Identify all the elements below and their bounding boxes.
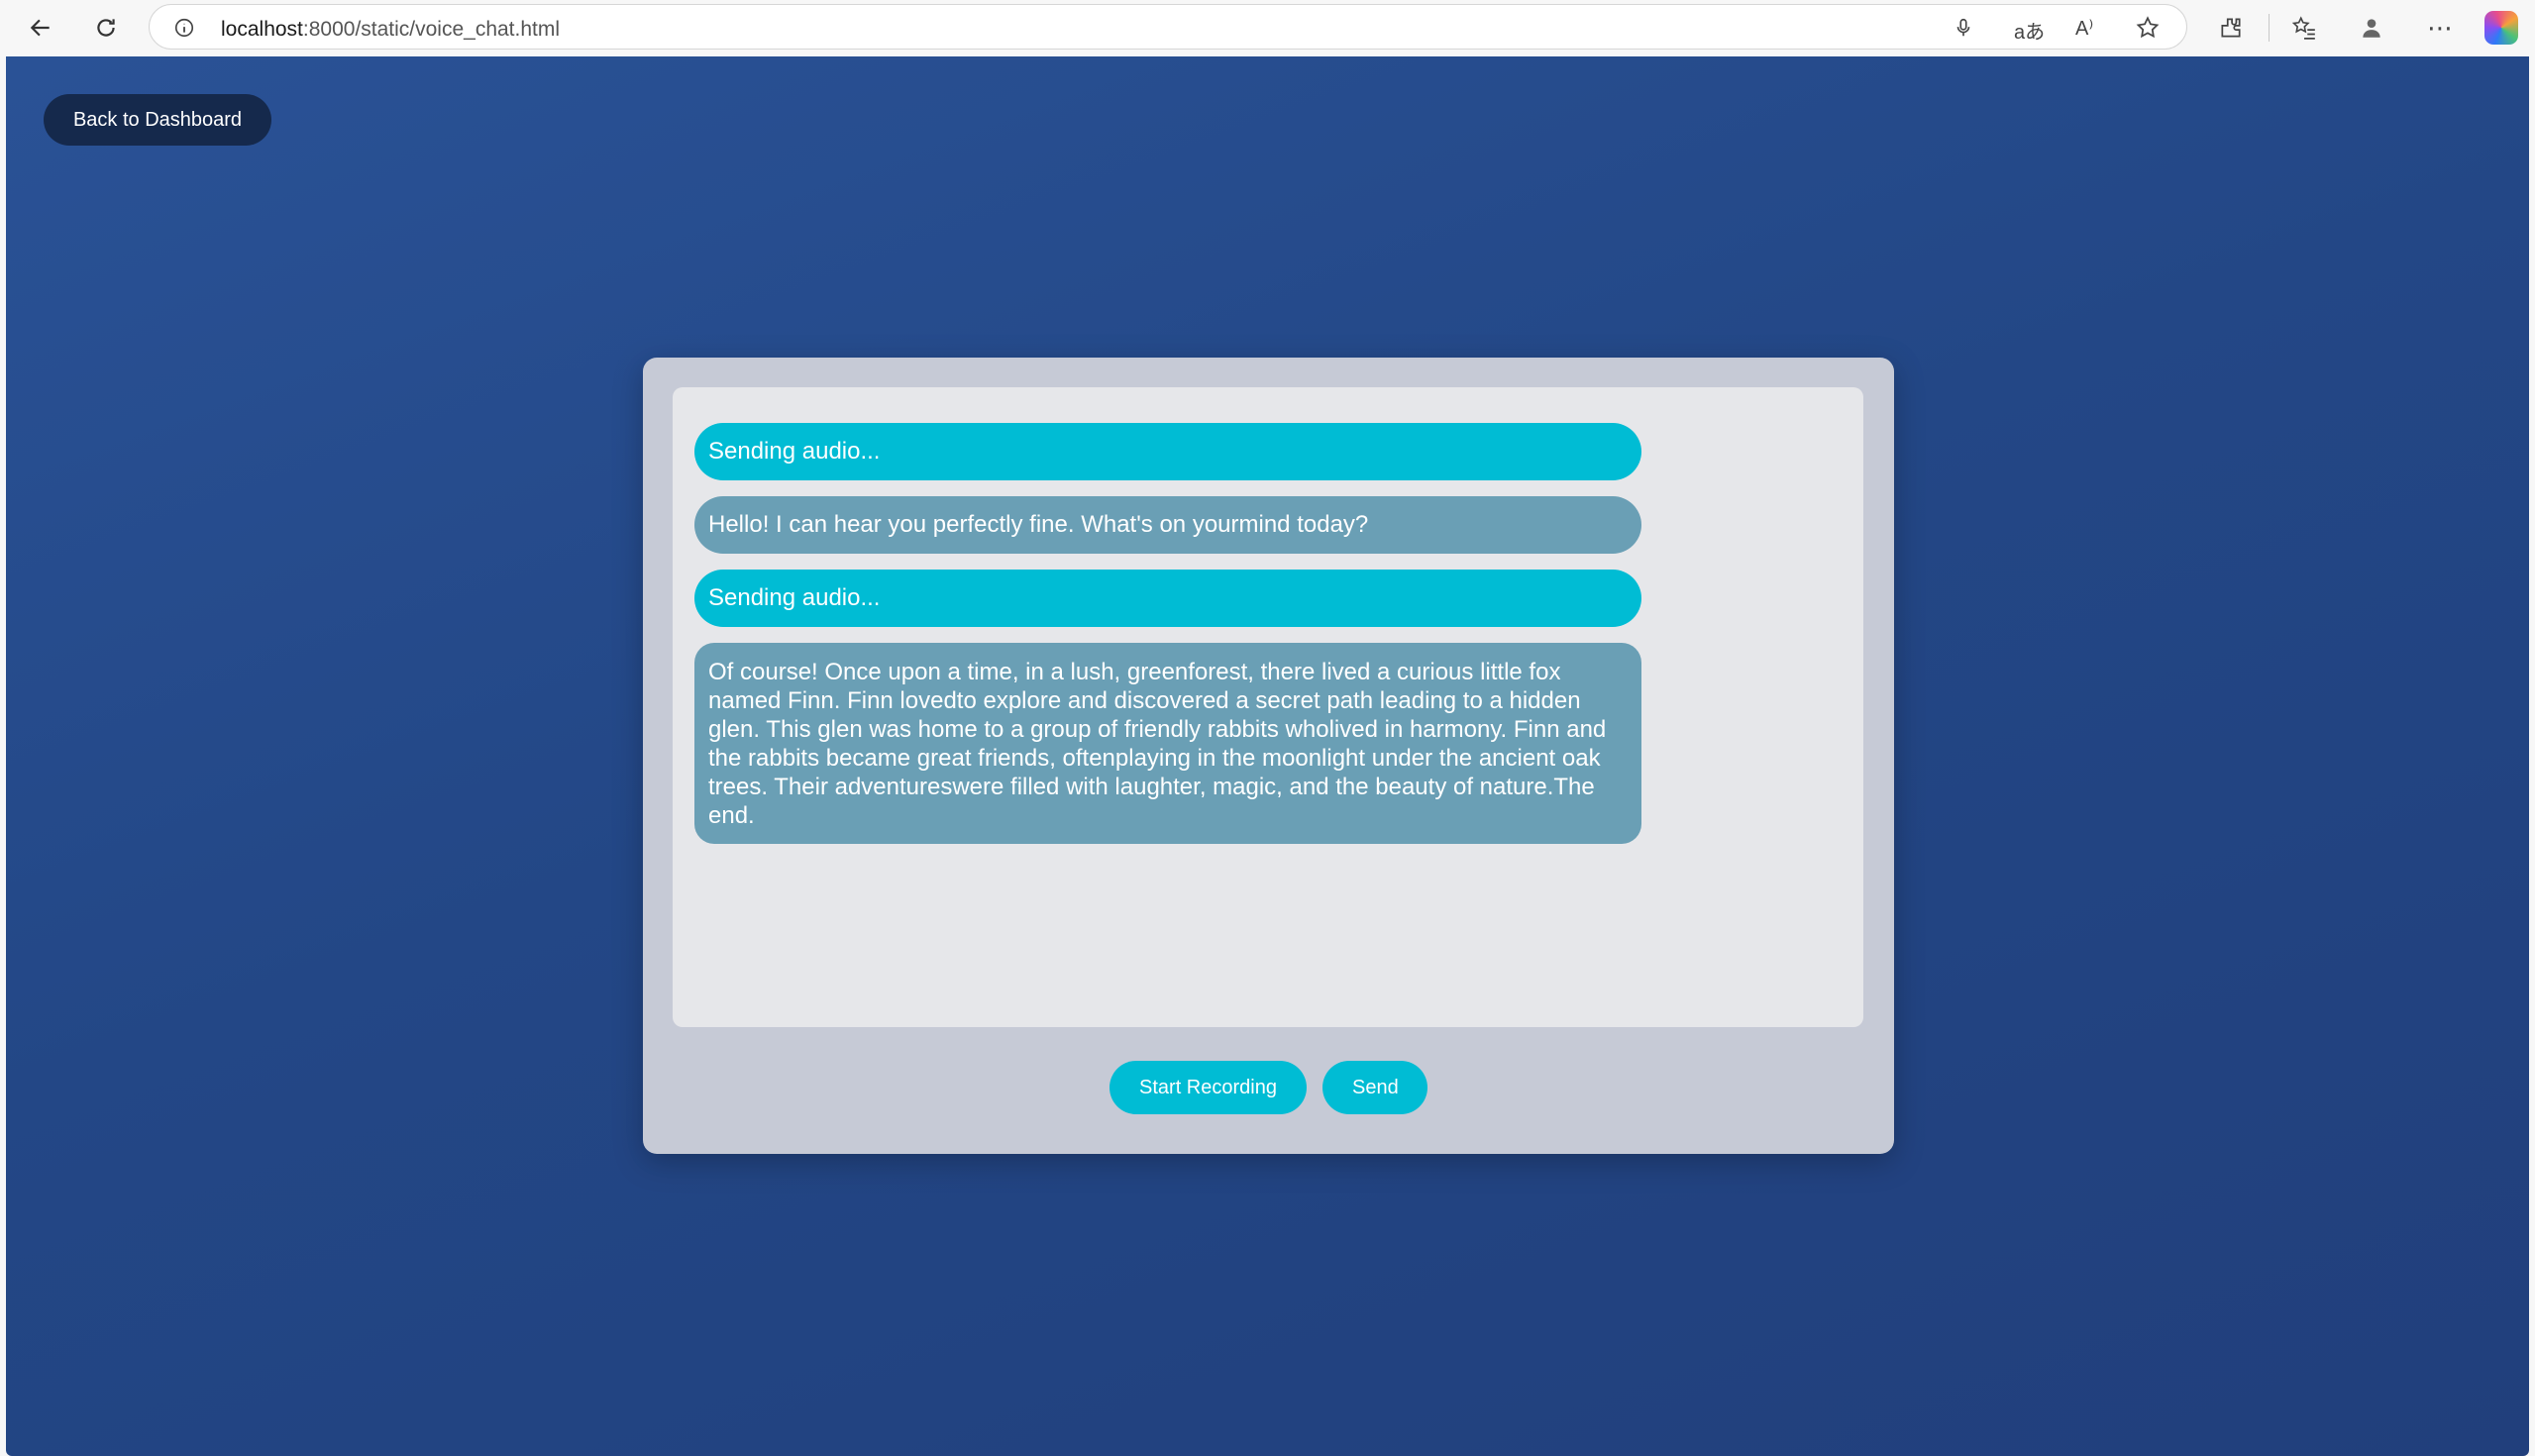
favorite-star-icon[interactable]	[2135, 15, 2161, 46]
url-path: :8000/static/voice_chat.html	[302, 18, 561, 41]
translate-icon[interactable]: aあ	[2014, 16, 2045, 45]
page-viewport: Back to Dashboard Sending audio... Hello…	[6, 56, 2529, 1456]
copilot-icon[interactable]	[2484, 11, 2518, 45]
url-host: localhost	[221, 18, 303, 41]
more-options-icon[interactable]: ⋯	[2420, 8, 2460, 48]
toolbar-divider	[2269, 14, 2270, 42]
voice-chat-panel: Sending audio... Hello! I can hear you p…	[643, 358, 1894, 1154]
site-info-icon[interactable]	[173, 17, 195, 44]
send-button[interactable]: Send	[1322, 1061, 1427, 1114]
profile-avatar-icon[interactable]	[2352, 8, 2391, 48]
url-text: localhost:8000/static/voice_chat.html	[221, 18, 560, 42]
read-aloud-icon[interactable]: A⁾	[2075, 16, 2093, 41]
chat-message-user: Sending audio...	[694, 423, 1641, 480]
back-arrow-icon[interactable]	[21, 8, 60, 48]
back-to-dashboard-button[interactable]: Back to Dashboard	[44, 94, 271, 146]
chat-message-assistant: Of course! Once upon a time, in a lush, …	[694, 643, 1641, 844]
chat-message-assistant: Hello! I can hear you perfectly fine. Wh…	[694, 496, 1641, 554]
chat-log[interactable]: Sending audio... Hello! I can hear you p…	[673, 387, 1863, 1027]
recording-controls: Start Recording Send	[643, 1061, 1894, 1114]
chat-message-user: Sending audio...	[694, 570, 1641, 627]
favorites-list-icon[interactable]	[2284, 8, 2324, 48]
extensions-icon[interactable]	[2211, 8, 2251, 48]
start-recording-button[interactable]: Start Recording	[1109, 1061, 1307, 1114]
browser-toolbar: localhost:8000/static/voice_chat.html aあ…	[0, 0, 2535, 55]
address-bar[interactable]: localhost:8000/static/voice_chat.html aあ…	[149, 4, 2187, 50]
microphone-icon[interactable]	[1953, 16, 1974, 45]
refresh-icon[interactable]	[86, 8, 126, 48]
